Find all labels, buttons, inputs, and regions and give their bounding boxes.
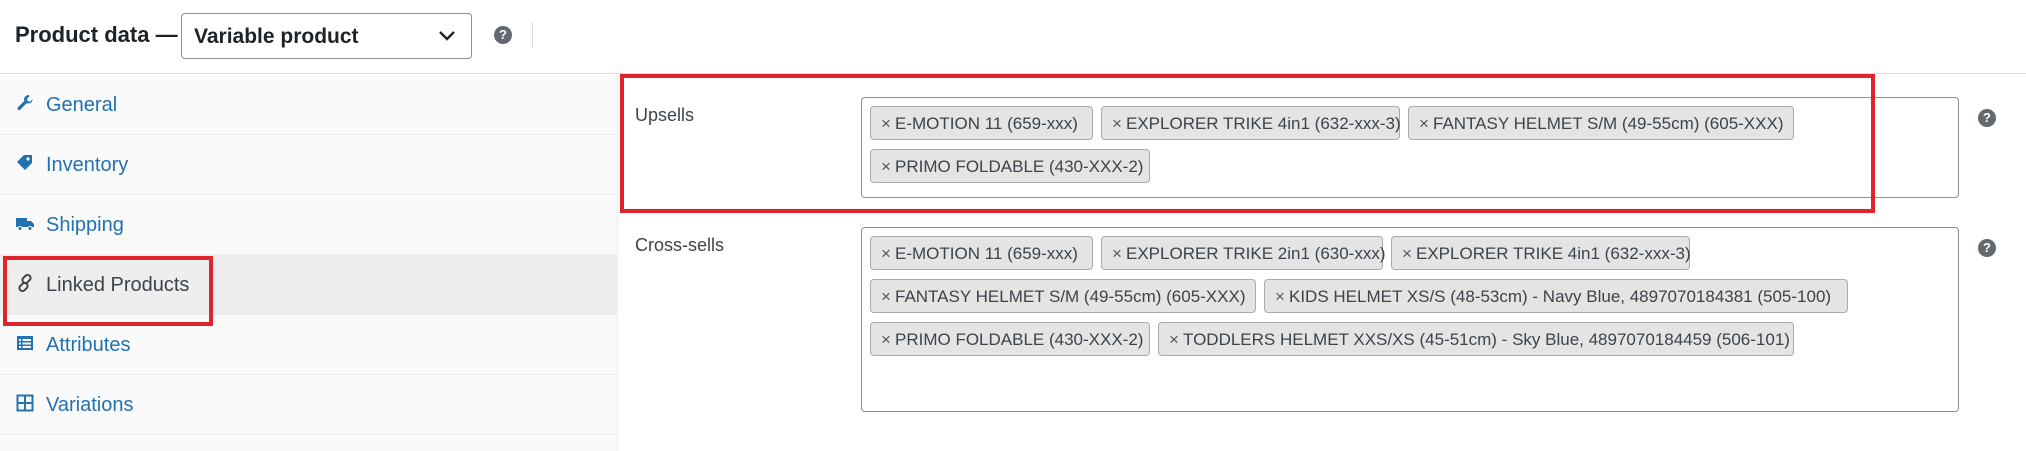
tab-linked-products[interactable]: Linked Products [0,255,617,315]
crosssell-chip: × E-MOTION 11 (659-xxx) [870,236,1093,270]
chip-label: PRIMO FOLDABLE (430-XXX-2) [895,330,1144,349]
upsell-chip: × EXPLORER TRIKE 4in1 (632-xxx-3) [1101,106,1401,140]
tab-label: Inventory [46,154,129,176]
tab-variations[interactable]: Variations [0,375,617,435]
crosssell-chip: × EXPLORER TRIKE 4in1 (632-xxx-3) [1391,236,1691,270]
remove-icon[interactable]: × [1402,244,1412,264]
remove-icon[interactable]: × [1169,330,1179,350]
crosssells-select[interactable]: × E-MOTION 11 (659-xxx) × EXPLORER TRIKE… [861,227,1959,412]
truck-icon [16,218,34,231]
remove-icon[interactable]: × [881,244,891,264]
chip-label: KIDS HELMET XS/S (48-53cm) - Navy Blue, … [1289,287,1832,306]
header-divider [532,22,533,48]
product-type-value: Variable product [194,25,359,48]
product-data-panel: Product data — Variable product ? Genera… [0,0,2026,451]
chevron-down-icon [439,31,455,41]
remove-icon[interactable]: × [881,114,891,134]
chip-label: EXPLORER TRIKE 4in1 (632-xxx-3) [1126,114,1401,133]
tab-inventory[interactable]: Inventory [0,135,617,195]
tab-attributes[interactable]: Attributes [0,315,617,375]
chip-label: PRIMO FOLDABLE (430-XXX-2) [895,157,1144,176]
remove-icon[interactable]: × [1112,244,1122,264]
crosssell-chip: × KIDS HELMET XS/S (48-53cm) - Navy Blue… [1264,279,1848,313]
tab-shipping[interactable]: Shipping [0,195,617,255]
upsell-chip: × FANTASY HELMET S/M (49-55cm) (605-XXX) [1408,106,1794,140]
tab-label: Variations [46,394,134,416]
product-data-header: Product data — Variable product ? [0,0,2026,74]
remove-icon[interactable]: × [881,287,891,307]
tab-label: Attributes [46,334,131,356]
wrench-icon [17,95,33,111]
help-icon[interactable]: ? [494,26,512,44]
tab-label: Linked Products [46,274,190,296]
remove-icon[interactable]: × [881,157,891,177]
list-icon [17,336,33,350]
tag-icon [17,155,32,170]
link-icon [18,273,32,293]
product-data-title: Product data — [15,22,178,47]
chip-label: FANTASY HELMET S/M (49-55cm) (605-XXX) [1433,114,1784,133]
chip-label: E-MOTION 11 (659-xxx) [895,244,1078,263]
product-data-tabs: General Inventory Shipping Linked Produc… [0,75,618,451]
grid-icon [16,394,34,412]
crosssell-chip: × PRIMO FOLDABLE (430-XXX-2) [870,322,1150,356]
upsells-select[interactable]: × E-MOTION 11 (659-xxx) × EXPLORER TRIKE… [861,97,1959,198]
chip-label: EXPLORER TRIKE 2in1 (630-xxx) [1126,244,1386,263]
chip-label: EXPLORER TRIKE 4in1 (632-xxx-3) [1416,244,1691,263]
upsell-chip: × E-MOTION 11 (659-xxx) [870,106,1093,140]
remove-icon[interactable]: × [1112,114,1122,134]
chip-label: E-MOTION 11 (659-xxx) [895,114,1078,133]
chip-label: FANTASY HELMET S/M (49-55cm) (605-XXX) [895,287,1246,306]
tab-general[interactable]: General [0,75,617,135]
help-icon[interactable]: ? [1978,239,1996,257]
help-icon[interactable]: ? [1978,109,1996,127]
tab-label: Shipping [46,214,124,236]
remove-icon[interactable]: × [1419,114,1429,134]
upsell-chip: × PRIMO FOLDABLE (430-XXX-2) [870,149,1150,183]
product-type-select[interactable]: Variable product [181,13,472,59]
tab-label: General [46,94,118,116]
remove-icon[interactable]: × [1275,287,1285,307]
crosssell-chip: × FANTASY HELMET S/M (49-55cm) (605-XXX) [870,279,1256,313]
chip-label: TODDLERS HELMET XXS/XS (45-51cm) - Sky B… [1183,330,1790,349]
crosssell-chip: × TODDLERS HELMET XXS/XS (45-51cm) - Sky… [1158,322,1794,356]
crosssell-chip: × EXPLORER TRIKE 2in1 (630-xxx) [1101,236,1386,270]
remove-icon[interactable]: × [881,330,891,350]
crosssells-label: Cross-sells [635,235,725,255]
upsells-label: Upsells [635,105,695,125]
